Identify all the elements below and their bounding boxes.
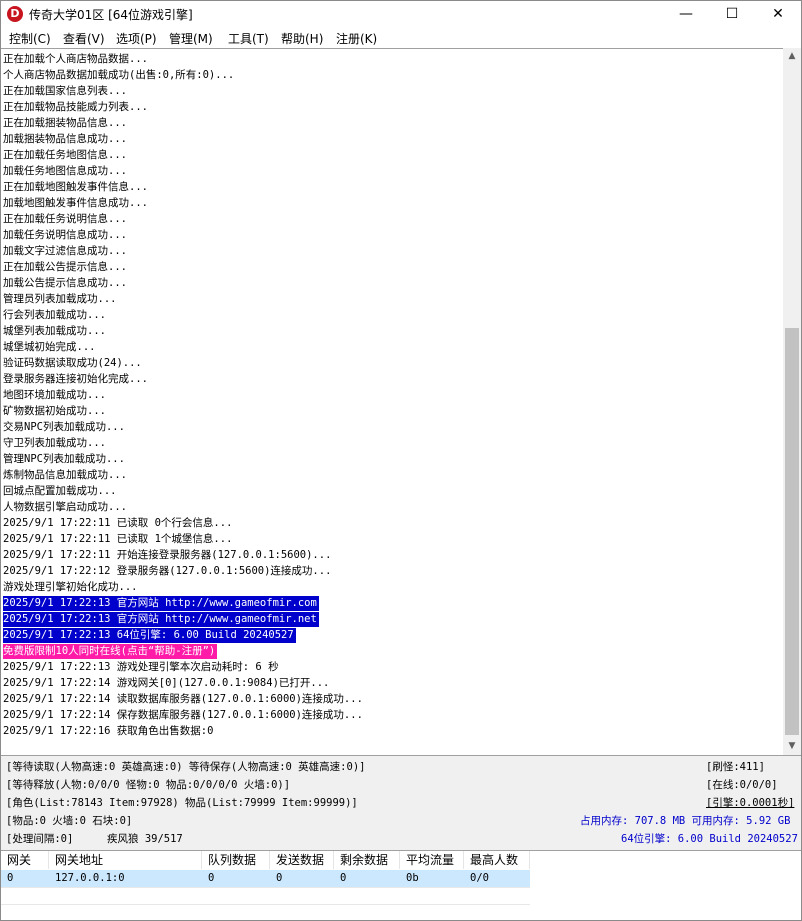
grid-line	[1, 904, 530, 905]
log-line: 加载任务说明信息成功...	[3, 229, 127, 241]
status-read-save: [等待读取(人物高速:0 英雄高速:0) 等待保存(人物高速:0 英雄高速:0)…	[6, 761, 366, 773]
log-line: 矿物数据初始成功...	[3, 405, 106, 417]
log-line: 2025/9/1 17:22:13 64位引擎: 6.00 Build 2024…	[3, 628, 296, 643]
column-header-address[interactable]: 网关地址	[49, 851, 202, 869]
log-line: 2025/9/1 17:22:12 登录服务器(127.0.0.1:5600)连…	[3, 565, 332, 577]
log-line: 登录服务器连接初始化完成...	[3, 373, 148, 385]
log-line: 游戏处理引擎初始化成功...	[3, 581, 138, 593]
log-line: 正在加载国家信息列表...	[3, 85, 127, 97]
log-line: 回城点配置加载成功...	[3, 485, 117, 497]
menu-manage[interactable]: 管理(M)	[169, 30, 213, 47]
cell-avg-traffic: 0b	[406, 872, 419, 884]
log-line: 免费版限制10人同时在线(点击“帮助-注册”)	[3, 644, 218, 659]
log-output[interactable]: 正在加载个人商店物品数据... 个人商店物品数据加载成功(出售:0,所有:0)..…	[1, 48, 783, 756]
log-scrollbar[interactable]: ▲ ▼	[783, 48, 801, 755]
log-line: 正在加载公告提示信息...	[3, 261, 127, 273]
title-bar[interactable]: D 传奇大学01区 [64位游戏引擎] — ☐ ✕	[1, 1, 801, 28]
menu-bar: 控制(C) 查看(V) 选项(P) 管理(M) 工具(T) 帮助(H) 注册(K…	[1, 28, 801, 48]
log-line: 管理NPC列表加载成功...	[3, 453, 125, 465]
column-header-sent[interactable]: 发送数据	[270, 851, 334, 869]
menu-control[interactable]: 控制(C)	[9, 30, 51, 47]
log-line: 2025/9/1 17:22:13 游戏处理引擎本次启动耗时: 6 秒	[3, 661, 279, 673]
window-title: 传奇大学01区 [64位游戏引擎]	[29, 8, 193, 22]
log-line: 加载公告提示信息成功...	[3, 277, 127, 289]
cell-gateway: 0	[7, 872, 14, 884]
column-header-avg-traffic[interactable]: 平均流量	[400, 851, 464, 869]
log-line: 正在加载任务说明信息...	[3, 213, 127, 225]
cell-queue: 0	[208, 872, 215, 884]
status-panel: [等待读取(人物高速:0 英雄高速:0) 等待保存(人物高速:0 英雄高速:0)…	[1, 755, 801, 851]
log-line: 人物数据引擎启动成功...	[3, 501, 127, 513]
menu-tools[interactable]: 工具(T)	[228, 30, 269, 47]
log-line: 2025/9/1 17:22:14 保存数据库服务器(127.0.0.1:600…	[3, 709, 363, 721]
status-engine-version: 64位引擎: 6.00 Build 20240527	[621, 833, 798, 845]
table-row[interactable]: 0 127.0.0.1:0 0 0 0 0b 0/0	[1, 870, 530, 887]
log-line: 2025/9/1 17:22:13 官方网站 http://www.gameof…	[3, 612, 319, 627]
menu-options[interactable]: 选项(P)	[116, 30, 157, 47]
log-line: 城堡城初始完成...	[3, 341, 96, 353]
log-line: 正在加载任务地图信息...	[3, 149, 127, 161]
cell-remaining: 0	[340, 872, 347, 884]
close-button[interactable]: ✕	[755, 1, 801, 28]
log-line: 正在加载物品技能威力列表...	[3, 101, 148, 113]
log-line: 正在加载捆装物品信息...	[3, 117, 127, 129]
status-role-items: [角色(List:78143 Item:97928) 物品(List:79999…	[6, 797, 358, 809]
log-line: 交易NPC列表加载成功...	[3, 421, 125, 433]
cell-address: 127.0.0.1:0	[55, 872, 125, 884]
log-line: 城堡列表加载成功...	[3, 325, 106, 337]
log-line: 正在加载地图触发事件信息...	[3, 181, 148, 193]
log-line: 2025/9/1 17:22:14 游戏网关[0](127.0.0.1:9084…	[3, 677, 330, 689]
log-line: 加载地图触发事件信息成功...	[3, 197, 148, 209]
column-header-max-users[interactable]: 最高人数	[464, 851, 530, 869]
log-line: 地图环境加载成功...	[3, 389, 106, 401]
app-logo-icon: D	[7, 6, 23, 22]
log-line: 2025/9/1 17:22:16 获取角色出售数据:0	[3, 725, 214, 737]
status-interval: [处理间隔:0]	[6, 833, 74, 845]
log-line: 加载捆装物品信息成功...	[3, 133, 127, 145]
status-online: [在线:0/0/0]	[706, 779, 778, 791]
status-release: [等待释放(人物:0/0/0 怪物:0 物品:0/0/0/0 火墙:0)]	[6, 779, 291, 791]
status-objects: [物品:0 火墙:0 石块:0]	[6, 815, 133, 827]
minimize-button[interactable]: —	[663, 1, 709, 28]
log-line: 加载任务地图信息成功...	[3, 165, 127, 177]
log-line: 行会列表加载成功...	[3, 309, 106, 321]
column-header-remaining[interactable]: 剩余数据	[334, 851, 400, 869]
log-line: 加载文字过滤信息成功...	[3, 245, 127, 257]
scroll-down-icon[interactable]: ▼	[783, 738, 801, 755]
cell-sent: 0	[276, 872, 283, 884]
status-monster-refresh: [刷怪:411]	[706, 761, 765, 773]
menu-help[interactable]: 帮助(H)	[281, 30, 323, 47]
column-header-queue[interactable]: 队列数据	[202, 851, 270, 869]
status-memory: 占用内存: 707.8 MB 可用内存: 5.92 GB	[580, 815, 791, 827]
cell-max-users: 0/0	[470, 872, 489, 884]
log-line: 正在加载个人商店物品数据...	[3, 53, 148, 65]
log-line: 验证码数据读取成功(24)...	[3, 357, 142, 369]
maximize-button[interactable]: ☐	[709, 1, 755, 28]
log-line: 守卫列表加载成功...	[3, 437, 106, 449]
log-line: 管理员列表加载成功...	[3, 293, 117, 305]
status-engine-time[interactable]: [引擎:0.0001秒]	[706, 795, 794, 811]
menu-view[interactable]: 查看(V)	[63, 30, 105, 47]
scroll-thumb[interactable]	[785, 328, 799, 735]
log-line: 2025/9/1 17:22:13 官方网站 http://www.gameof…	[3, 596, 319, 611]
app-window: D 传奇大学01区 [64位游戏引擎] — ☐ ✕ 控制(C) 查看(V) 选项…	[0, 0, 802, 921]
log-line: 2025/9/1 17:22:11 开始连接登录服务器(127.0.0.1:56…	[3, 549, 332, 561]
log-line: 个人商店物品数据加载成功(出售:0,所有:0)...	[3, 69, 235, 81]
log-line: 2025/9/1 17:22:11 已读取 0个行会信息...	[3, 517, 233, 529]
log-line: 2025/9/1 17:22:11 已读取 1个城堡信息...	[3, 533, 233, 545]
column-header-gateway[interactable]: 网关	[1, 851, 49, 869]
menu-register[interactable]: 注册(K)	[336, 30, 377, 47]
scroll-up-icon[interactable]: ▲	[783, 48, 801, 65]
gateway-table: 网关 网关地址 队列数据 发送数据 剩余数据 平均流量 最高人数 0 127.0…	[1, 850, 801, 920]
status-processing: 疾风狼 39/517	[107, 833, 183, 845]
log-line: 炼制物品信息加载成功...	[3, 469, 127, 481]
grid-line	[1, 887, 530, 888]
log-line: 2025/9/1 17:22:14 读取数据库服务器(127.0.0.1:600…	[3, 693, 363, 705]
